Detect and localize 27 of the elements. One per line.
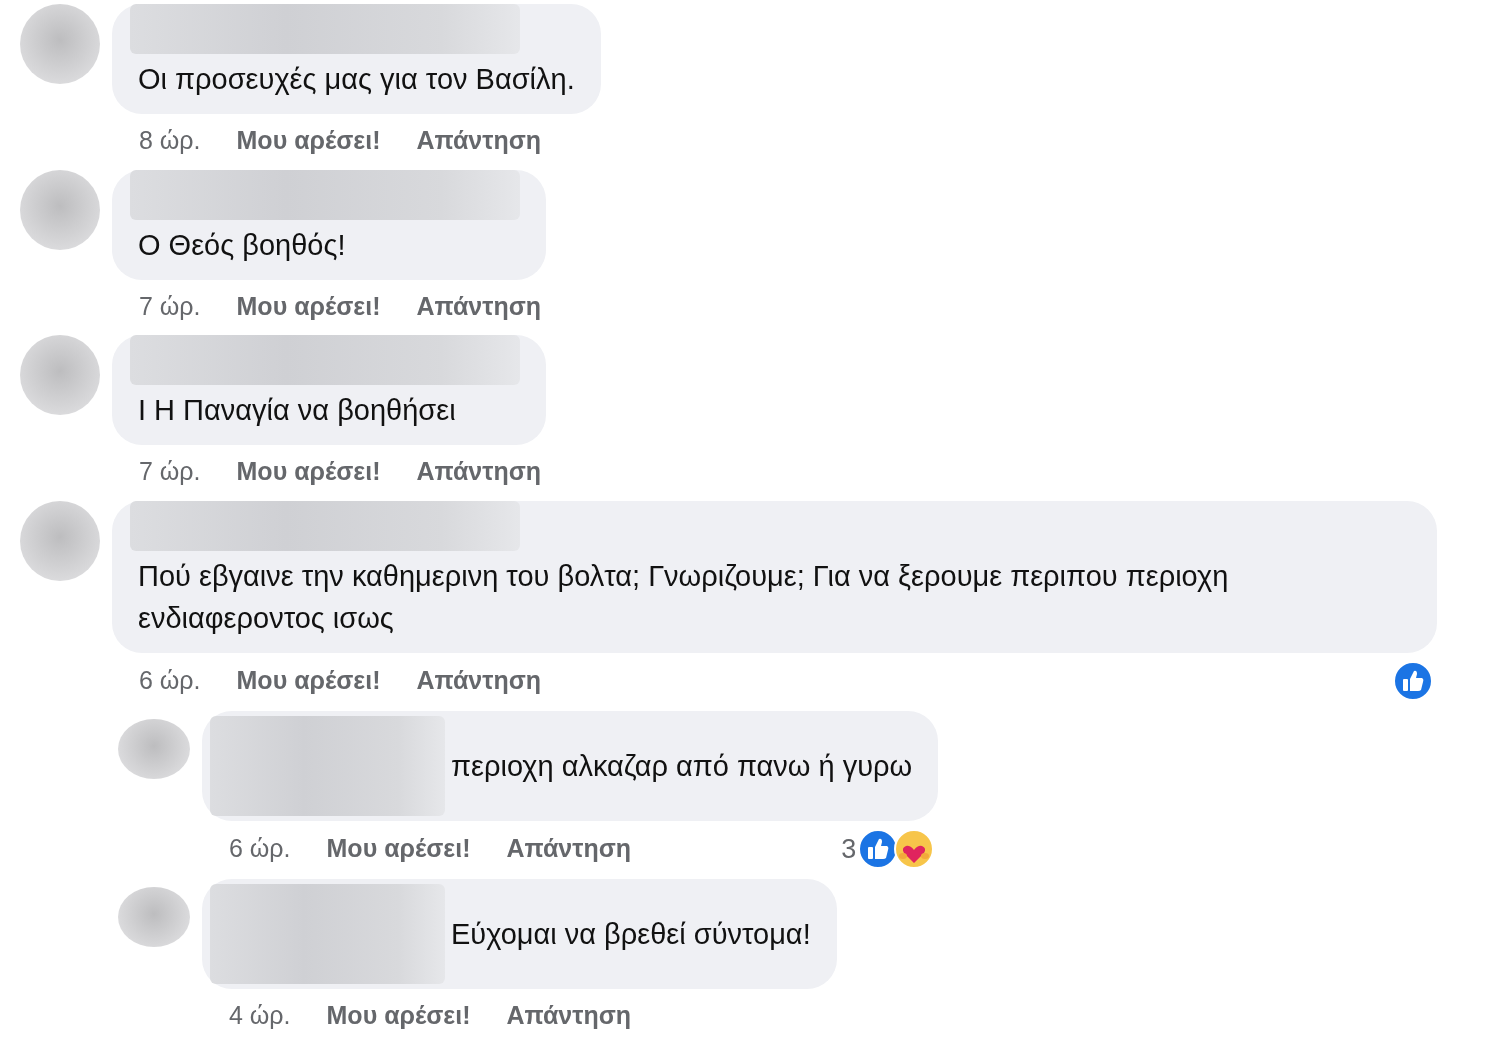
like-link[interactable]: Μου αρέσει! <box>236 287 381 326</box>
comment-text: Ι Η Παναγία να βοηθήσει <box>138 394 456 427</box>
reply-link[interactable]: Απάντηση <box>416 662 542 700</box>
comment-text: Πού εβγαινε την καθημερινη του βολτα; Γνωριζουμε; Για να ξερουμε περιπου περιοχη ενδιαφεροντος ισως <box>138 559 1229 634</box>
comment-text: Οι προσευχές μας για τον Βασίλη. <box>138 63 575 95</box>
comment-text: περιοχη αλκαζαρ από πανω ή γυρω <box>451 748 913 784</box>
timestamp: 6 ώρ. <box>139 665 201 696</box>
hug-emoji-icon <box>894 829 935 869</box>
timestamp: 8 ώρ. <box>139 125 201 157</box>
reply-link[interactable]: Απάντηση <box>416 287 542 326</box>
reply-link[interactable]: Απάντηση <box>506 830 632 868</box>
like-link[interactable]: Μου αρέσει! <box>236 122 381 160</box>
comment-text: Ο Θεός βοηθός! <box>138 228 346 261</box>
thumbs-up-icon <box>1393 660 1433 701</box>
reply-link[interactable]: Απάντηση <box>416 122 542 160</box>
timestamp: 7 ώρ. <box>139 456 201 488</box>
timestamp: 7 ώρ. <box>139 290 201 322</box>
timestamp: 6 ώρ. <box>229 833 291 865</box>
reply-link[interactable]: Απάντηση <box>416 453 542 491</box>
reaction-count: 3 <box>841 832 857 866</box>
like-link[interactable]: Μου αρέσει! <box>236 453 381 491</box>
comment-text: Εύχομαι να βρεθεί σύντομα! <box>451 917 811 953</box>
like-link[interactable]: Μου αρέσει! <box>236 662 381 700</box>
timestamp: 4 ώρ. <box>229 1000 291 1032</box>
like-link[interactable]: Μου αρέσει! <box>326 997 471 1035</box>
reply-link[interactable]: Απάντηση <box>506 997 632 1035</box>
like-link[interactable]: Μου αρέσει! <box>326 830 471 868</box>
